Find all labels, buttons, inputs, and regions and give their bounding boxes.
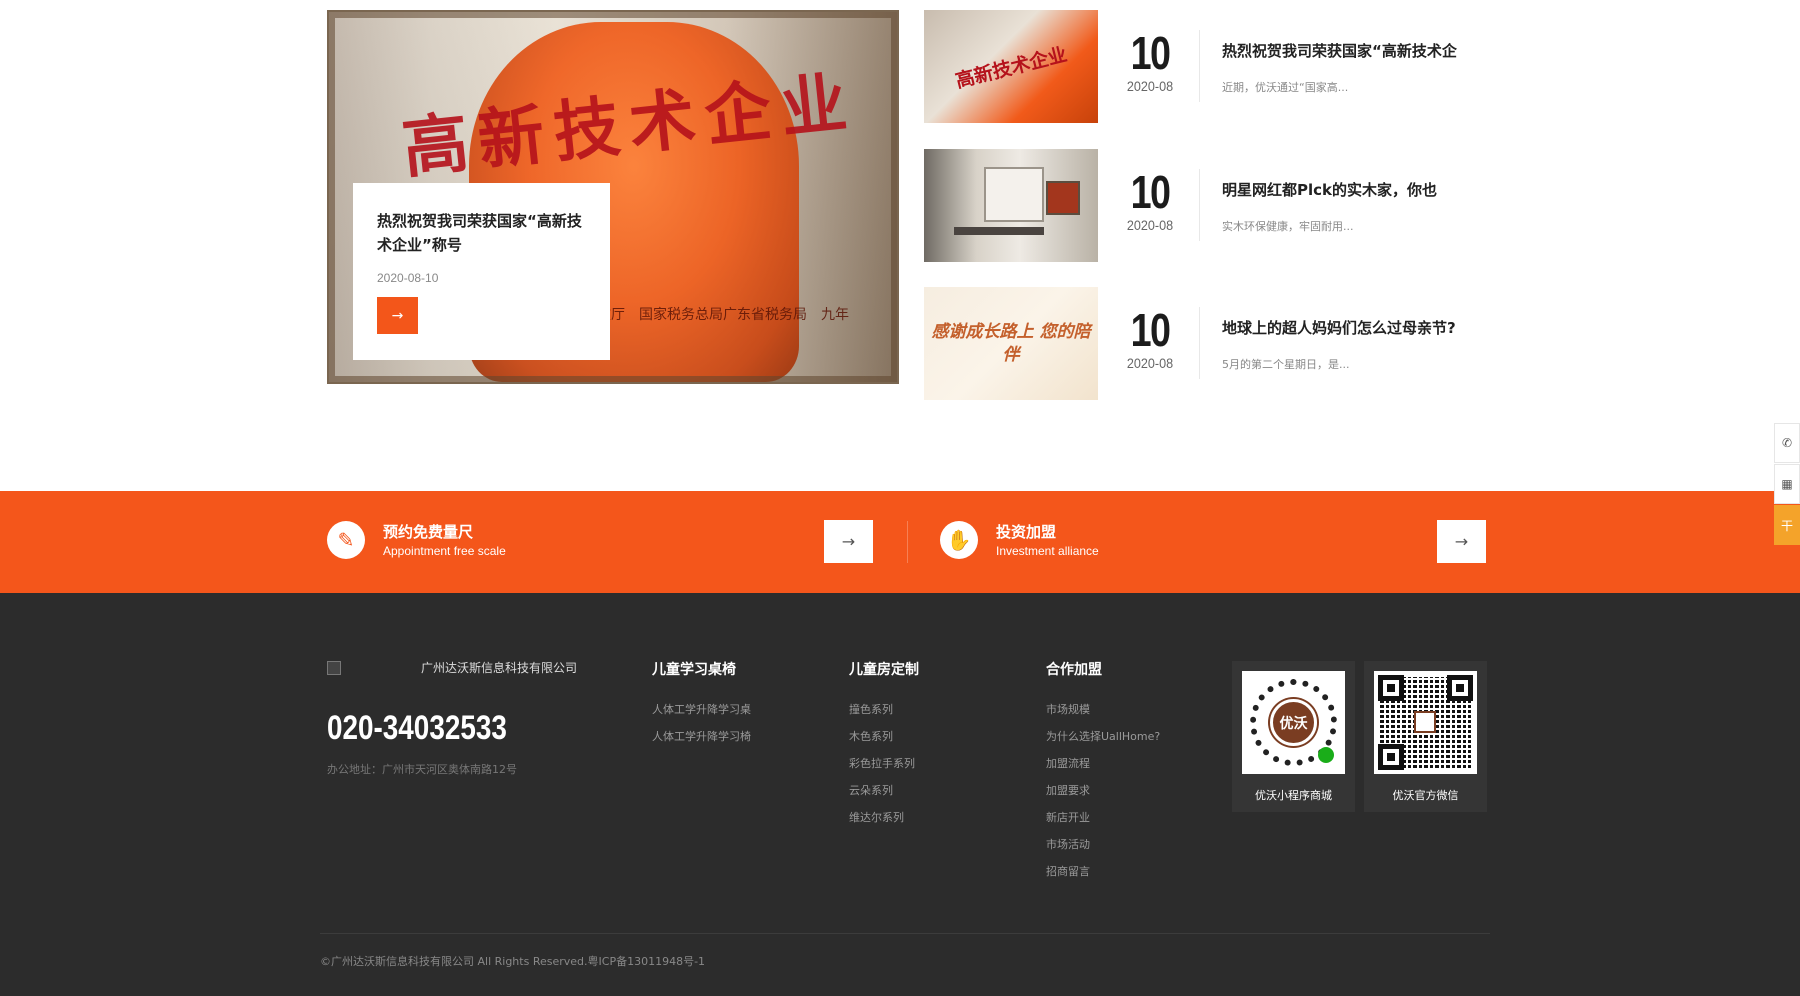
footer-column-heading[interactable]: 儿童房定制 <box>849 659 919 679</box>
footer-phone: 020-34032533 <box>327 709 507 747</box>
footer-link[interactable]: 加盟要求 <box>1046 784 1160 811</box>
footer-link[interactable]: 新店开业 <box>1046 811 1160 838</box>
cta-appointment-subtitle: Appointment free scale <box>383 544 506 558</box>
news-divider <box>1199 169 1200 241</box>
qr-finder <box>1378 744 1404 770</box>
footer-column-franchise: 合作加盟 市场规模 为什么选择UallHome? 加盟流程 加盟要求 新店开业 … <box>1046 659 1160 892</box>
thumbnail-wall-art <box>1046 181 1080 215</box>
news-thumbnail-text: 感谢成长路上 您的陪伴 <box>931 321 1091 365</box>
footer-link[interactable]: 云朵系列 <box>849 784 919 811</box>
news-day: 10 <box>1130 304 1171 356</box>
footer-link[interactable]: 撞色系列 <box>849 703 919 730</box>
cta-investment-title: 投资加盟 <box>996 523 1057 541</box>
side-qr-button[interactable]: ▦ <box>1774 464 1800 504</box>
news-divider <box>1199 30 1200 102</box>
broken-image-icon <box>327 660 341 675</box>
wechat-qr-code <box>1374 671 1477 774</box>
footer-column-study: 儿童学习桌椅 人体工学升降学习桌 人体工学升降学习椅 <box>652 659 751 757</box>
mini-program-qr-code: 优沃 <box>1242 671 1345 774</box>
arrow-right-icon: → <box>391 307 404 324</box>
news-summary: 近期，优沃通过“国家高... <box>1222 81 1349 94</box>
arrow-right-icon: → <box>1454 532 1469 551</box>
cta-investment-subtitle: Investment alliance <box>996 544 1099 558</box>
news-section: 高新技术企业 政厅 国家税务总局广东省税务局 九年 热烈祝贺我司荣获国家“高新技… <box>0 0 1800 490</box>
cta-bar: ✎ 预约免费量尺 Appointment free scale → ✋ 投资加盟… <box>0 491 1800 593</box>
footer-link[interactable]: 维达尔系列 <box>849 811 919 838</box>
news-month: 2020-08 <box>1126 217 1174 233</box>
news-title[interactable]: 热烈祝贺我司荣获国家“高新技术企 <box>1222 40 1457 61</box>
thumbnail-window <box>984 167 1044 222</box>
cta-appointment-arrow-button[interactable]: → <box>824 520 873 563</box>
arrow-right-icon: → <box>841 532 856 551</box>
news-title[interactable]: 地球上的超人妈妈们怎么过母亲节? <box>1222 317 1456 338</box>
qr-center-logo <box>1414 711 1436 733</box>
news-month: 2020-08 <box>1126 355 1174 371</box>
ruler-pencil-icon: ✎ <box>327 521 365 559</box>
phone-icon: ✆ <box>1781 436 1793 450</box>
feature-news-card[interactable]: 热烈祝贺我司荣获国家“高新技术企业”称号 2020-08-10 → <box>353 183 610 360</box>
feature-image-subtext: 政厅 国家税务总局广东省税务局 九年 <box>597 307 849 323</box>
news-list-item[interactable]: 感谢成长路上 您的陪伴 10 2020-08 地球上的超人妈妈们怎么过母亲节? … <box>924 287 1484 400</box>
footer-column-heading[interactable]: 合作加盟 <box>1046 659 1160 679</box>
news-day: 10 <box>1130 166 1171 218</box>
news-month: 2020-08 <box>1126 78 1174 94</box>
qr-wechat-official: 优沃官方微信 <box>1364 661 1487 812</box>
qr-mini-program: 优沃 优沃小程序商城 <box>1232 661 1355 812</box>
qr-finder <box>1378 675 1404 701</box>
side-phone-button[interactable]: ✆ <box>1774 423 1800 463</box>
brand-badge: 优沃 <box>1270 699 1317 746</box>
cta-appointment-title: 预约免费量尺 <box>383 523 474 541</box>
news-list-item[interactable]: 10 2020-08 明星网红都Plck的实木家，你也 实木环保健康，牢固耐用.… <box>924 149 1484 262</box>
footer-logo[interactable]: 广州达沃斯信息科技有限公司 <box>327 659 577 676</box>
qr-label: 优沃小程序商城 <box>1255 789 1332 802</box>
news-summary: 实木环保健康，牢固耐用... <box>1222 220 1354 233</box>
back-to-top-icon: 干 <box>1780 518 1793 533</box>
news-thumbnail[interactable] <box>924 149 1098 262</box>
feature-news-arrow-button[interactable]: → <box>377 297 418 334</box>
footer-divider <box>320 933 1490 934</box>
news-thumbnail-text: 高新技术企业 <box>953 43 1070 93</box>
footer-link[interactable]: 加盟流程 <box>1046 757 1160 784</box>
copyright: ©广州达沃斯信息科技有限公司 All Rights Reserved.粤ICP备… <box>320 955 706 968</box>
news-summary: 5月的第二个星期日，是... <box>1222 358 1350 371</box>
side-top-button[interactable]: 干 <box>1774 505 1800 545</box>
footer-link[interactable]: 为什么选择UallHome? <box>1046 730 1160 757</box>
news-divider <box>1199 307 1200 379</box>
cta-divider <box>907 521 908 563</box>
footer-link[interactable]: 招商留言 <box>1046 865 1160 892</box>
footer-link[interactable]: 人体工学升降学习椅 <box>652 730 751 757</box>
qr-code-icon: ▦ <box>1781 477 1793 491</box>
news-list-item[interactable]: 高新技术企业 10 2020-08 热烈祝贺我司荣获国家“高新技术企 近期，优沃… <box>924 10 1484 123</box>
news-title[interactable]: 明星网红都Plck的实木家，你也 <box>1222 179 1437 200</box>
footer-link[interactable]: 市场规模 <box>1046 703 1160 730</box>
cta-investment-arrow-button[interactable]: → <box>1437 520 1486 563</box>
company-name: 广州达沃斯信息科技有限公司 <box>421 661 578 675</box>
footer-link[interactable]: 木色系列 <box>849 730 919 757</box>
qr-finder <box>1447 675 1473 701</box>
footer-column-heading[interactable]: 儿童学习桌椅 <box>652 659 751 679</box>
footer: 广州达沃斯信息科技有限公司 020-34032533 办公地址：广州市天河区奥体… <box>0 593 1800 996</box>
footer-link[interactable]: 彩色拉手系列 <box>849 757 919 784</box>
footer-link[interactable]: 市场活动 <box>1046 838 1160 865</box>
cta-appointment[interactable]: ✎ 预约免费量尺 Appointment free scale → <box>327 491 887 593</box>
handshake-icon: ✋ <box>940 521 978 559</box>
news-day: 10 <box>1130 27 1171 79</box>
cta-investment[interactable]: ✋ 投资加盟 Investment alliance → <box>940 491 1500 593</box>
footer-column-kids-room: 儿童房定制 撞色系列 木色系列 彩色拉手系列 云朵系列 维达尔系列 <box>849 659 919 838</box>
footer-link[interactable]: 人体工学升降学习桌 <box>652 703 751 730</box>
qr-label: 优沃官方微信 <box>1392 789 1459 802</box>
wechat-mini-icon <box>1318 747 1334 763</box>
thumbnail-table <box>954 227 1044 235</box>
news-thumbnail[interactable]: 感谢成长路上 您的陪伴 <box>924 287 1098 400</box>
feature-news-date: 2020-08-10 <box>377 271 439 285</box>
news-thumbnail[interactable]: 高新技术企业 <box>924 10 1098 123</box>
footer-address: 办公地址：广州市天河区奥体南路12号 <box>327 763 517 776</box>
feature-news-title[interactable]: 热烈祝贺我司荣获国家“高新技术企业”称号 <box>377 209 586 257</box>
